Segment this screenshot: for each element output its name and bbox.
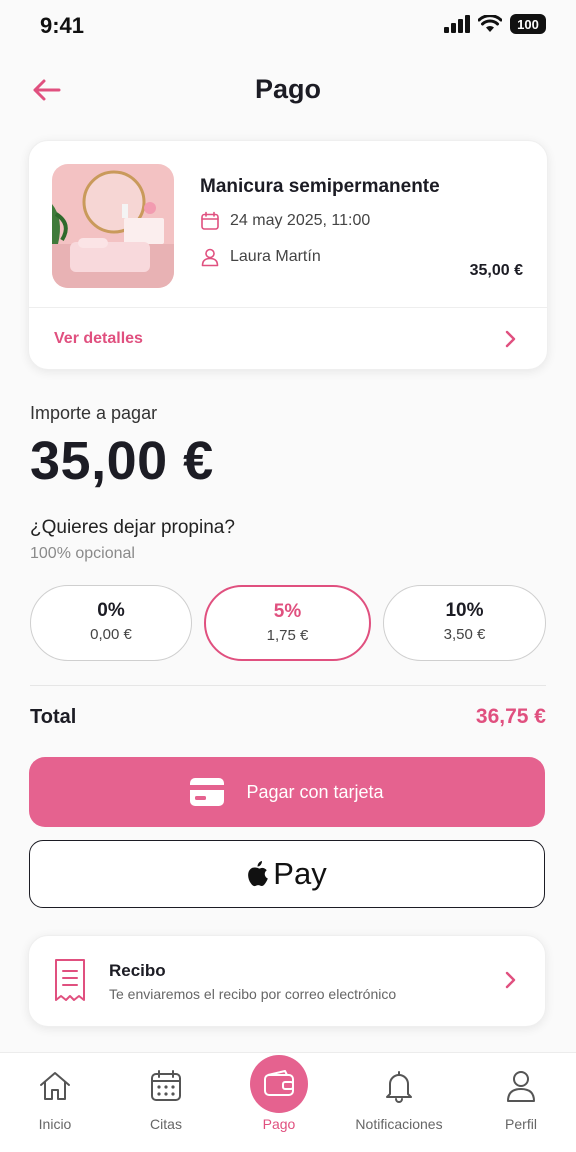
wallet-icon [263, 1069, 295, 1104]
nav-item-citas[interactable]: Citas [111, 1053, 221, 1152]
total-label: Total [30, 706, 77, 728]
nav-label: Pago [262, 1116, 296, 1132]
credit-card-icon [190, 778, 225, 806]
booking-summary-card: Manicura semipermanente 24 may 2025, 11:… [28, 140, 548, 370]
amount-label: Importe a pagar [30, 403, 158, 423]
nav-label: Notificaciones [355, 1116, 443, 1132]
tip-percent: 0% [97, 600, 125, 621]
chevron-right-icon[interactable] [503, 329, 517, 354]
bottom-navigation: Inicio Citas Pago Notificaciones Perfil [0, 1052, 576, 1152]
bell-icon [382, 1069, 416, 1108]
tip-amount: 3,50 € [443, 626, 486, 643]
service-image [52, 164, 174, 288]
service-price: 35,00 € [469, 262, 523, 279]
signal-icon [444, 15, 470, 33]
apple-logo-icon [248, 861, 269, 887]
professional-row: Laura Martín [200, 247, 321, 267]
apple-pay-button[interactable]: Pay [29, 840, 545, 908]
receipt-card[interactable]: Recibo Te enviaremos el recibo por corre… [28, 935, 546, 1027]
service-name: Manicura semipermanente [200, 176, 440, 197]
total-value: 36,75 € [475, 705, 546, 728]
apple-pay-label: Pay [273, 856, 327, 891]
receipt-description: Te enviaremos el recibo por correo elect… [109, 986, 397, 1002]
appointment-date: 24 may 2025, 11:00 [230, 212, 371, 229]
wifi-icon [478, 15, 502, 32]
page-title: Pago [254, 74, 321, 104]
nav-label: Inicio [38, 1116, 72, 1132]
user-icon [201, 248, 219, 267]
nav-item-inicio[interactable]: Inicio [0, 1053, 110, 1152]
nav-item-perfil[interactable]: Perfil [466, 1053, 576, 1152]
status-icons: 100 [444, 14, 546, 34]
header: Pago [0, 62, 576, 118]
tip-percent: 5% [273, 601, 302, 622]
nav-label: Citas [150, 1116, 182, 1132]
calendar-icon [149, 1069, 183, 1108]
section-divider [30, 685, 546, 686]
nav-label: Perfil [505, 1116, 537, 1132]
user-icon [504, 1069, 538, 1108]
tip-option-0[interactable]: 0% 0,00 € [30, 585, 192, 661]
appointment-date-row: 24 may 2025, 11:00 [200, 211, 370, 231]
view-details-link[interactable]: Ver detalles [54, 330, 143, 348]
tip-amount: 1,75 € [266, 627, 309, 644]
battery-indicator: 100 [510, 14, 546, 34]
receipt-title: Recibo [109, 961, 166, 980]
tip-question: ¿Quieres dejar propina? [30, 517, 235, 538]
tip-optional-note: 100% opcional [30, 545, 135, 562]
calendar-icon [201, 211, 219, 230]
professional-name: Laura Martín [230, 248, 321, 265]
status-bar: 9:41 100 [0, 0, 576, 52]
amount-value: 35,00 € [30, 431, 214, 491]
status-time: 9:41 [40, 13, 85, 38]
tip-amount: 0,00 € [90, 626, 132, 643]
home-icon [38, 1069, 72, 1108]
tip-option-10[interactable]: 10% 3,50 € [383, 585, 546, 661]
tip-percent: 10% [445, 600, 484, 621]
receipt-icon [53, 958, 87, 1009]
card-divider [29, 307, 547, 308]
pay-with-card-label: Pagar con tarjeta [246, 781, 384, 802]
tip-option-5[interactable]: 5% 1,75 € [204, 585, 371, 661]
chevron-right-icon[interactable] [503, 970, 517, 995]
pay-with-card-button[interactable]: Pagar con tarjeta [29, 757, 545, 827]
nav-item-notificaciones[interactable]: Notificaciones [344, 1053, 454, 1152]
nav-item-pago[interactable]: Pago [224, 1053, 334, 1152]
